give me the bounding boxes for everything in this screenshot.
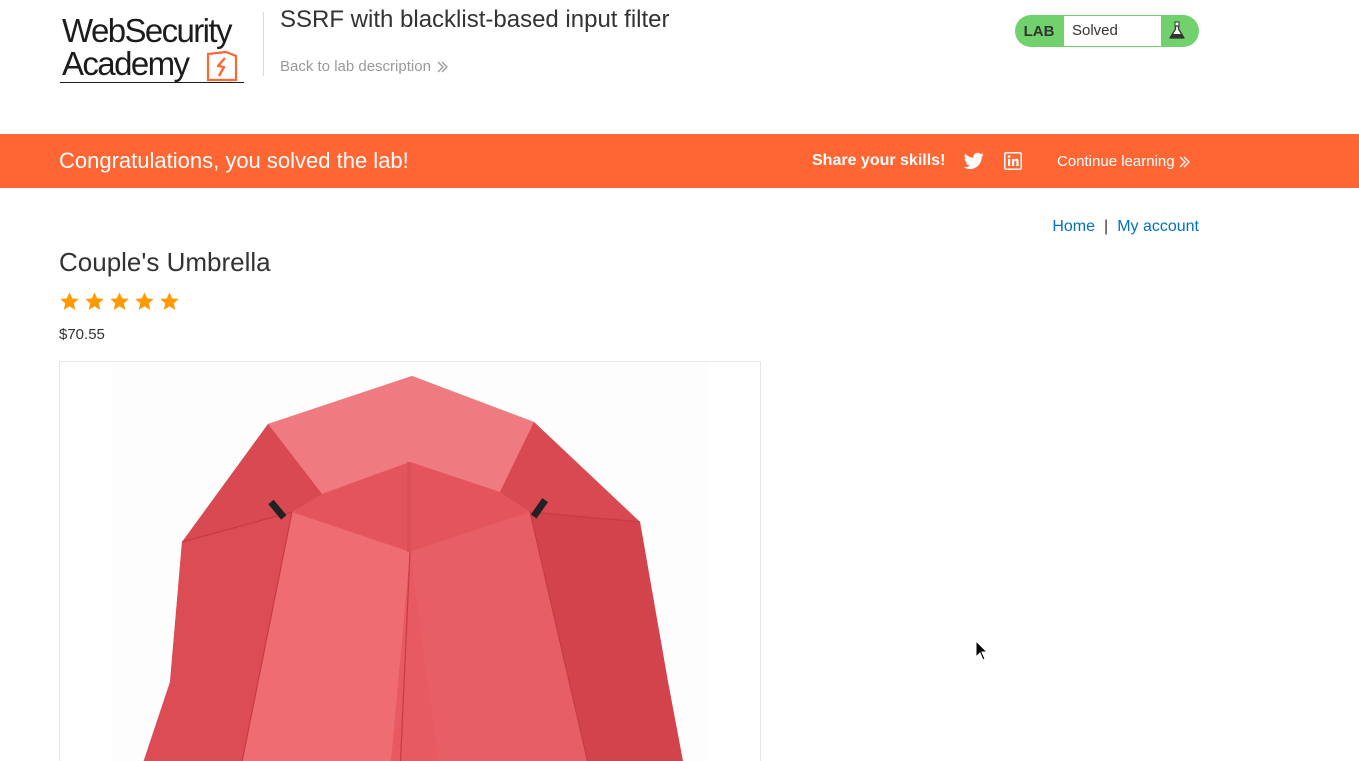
logo-mark-icon bbox=[206, 50, 238, 82]
umbrella-image bbox=[112, 362, 708, 761]
share-skills-label: Share your skills! bbox=[812, 152, 946, 169]
twitter-icon[interactable] bbox=[964, 152, 984, 170]
product-title: Couple's Umbrella bbox=[59, 247, 271, 277]
star-icon bbox=[110, 292, 129, 310]
double-chevron-right-icon bbox=[437, 61, 448, 73]
my-account-link[interactable]: My account bbox=[1117, 218, 1199, 235]
back-link-label: Back to lab description bbox=[280, 58, 431, 75]
logo-text-line2: Academy bbox=[62, 45, 190, 82]
web-security-academy-logo[interactable]: WebSecurity Academy bbox=[60, 14, 260, 86]
top-navigation: Home | My account bbox=[1052, 218, 1199, 236]
product-rating bbox=[59, 291, 184, 313]
product-image bbox=[59, 361, 761, 761]
star-icon bbox=[135, 292, 154, 310]
lab-status-widget[interactable]: LAB Solved bbox=[1015, 15, 1199, 47]
lab-status-text: Solved bbox=[1064, 16, 1161, 46]
home-link[interactable]: Home bbox=[1052, 218, 1095, 235]
continue-learning-link[interactable]: Continue learning bbox=[1057, 153, 1191, 170]
linkedin-icon[interactable] bbox=[1004, 152, 1022, 170]
lab-title: SSRF with blacklist-based input filter bbox=[280, 6, 670, 33]
logo-text-line1: WebSecurity bbox=[62, 12, 232, 49]
solved-message: Congratulations, you solved the lab! bbox=[59, 148, 409, 173]
star-icon bbox=[160, 292, 179, 310]
header-divider bbox=[263, 12, 264, 76]
header: WebSecurity Academy SSRF with blacklist-… bbox=[0, 0, 1359, 134]
star-icon bbox=[60, 292, 79, 310]
logo-underline bbox=[60, 82, 244, 83]
product-price: $70.55 bbox=[59, 326, 105, 343]
solved-banner: Congratulations, you solved the lab! Sha… bbox=[0, 134, 1359, 188]
double-chevron-right-icon bbox=[1179, 156, 1190, 168]
flask-icon bbox=[1169, 21, 1185, 39]
star-icon bbox=[85, 292, 104, 310]
nav-separator: | bbox=[1104, 218, 1109, 235]
page: WebSecurity Academy SSRF with blacklist-… bbox=[0, 0, 1359, 761]
continue-learning-label: Continue learning bbox=[1057, 153, 1175, 170]
back-to-lab-description-link[interactable]: Back to lab description bbox=[280, 58, 449, 75]
mouse-cursor-icon bbox=[975, 640, 989, 661]
lab-badge-label: LAB bbox=[1023, 23, 1055, 40]
